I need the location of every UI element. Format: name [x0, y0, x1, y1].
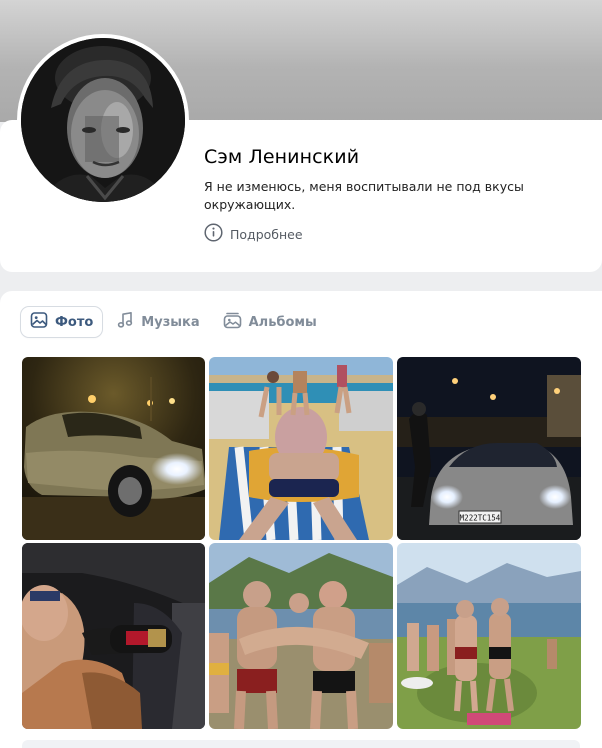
tab-music-label: Музыка — [141, 314, 200, 330]
avatar-photo — [21, 38, 185, 202]
details-label: Подробнее — [230, 227, 303, 242]
license-plate: М222ТС154 — [460, 514, 501, 523]
tab-albums-label: Альбомы — [248, 314, 317, 330]
profile-name: Сэм Ленинский — [204, 146, 360, 168]
photo-car-interior-drink[interactable] — [22, 543, 205, 729]
info-circle-icon — [204, 223, 223, 246]
photo-grid: М222ТС154 — [22, 357, 582, 729]
profile-page: Сэм Ленинский Я не изменюсь, меня воспит… — [0, 0, 602, 748]
photo-lake-group[interactable] — [209, 543, 393, 729]
tab-photos[interactable]: Фото — [21, 307, 103, 337]
next-section-edge — [22, 740, 580, 748]
profile-status: Я не изменюсь, меня воспитывали не под в… — [204, 179, 524, 212]
tab-albums[interactable]: Альбомы — [214, 307, 326, 337]
tab-photos-label: Фото — [55, 314, 94, 330]
tab-music[interactable]: Музыка — [107, 307, 208, 337]
photo-night-car[interactable] — [22, 357, 205, 540]
image-icon — [30, 311, 48, 333]
music-note-icon — [116, 311, 134, 333]
photo-night-street-car[interactable]: М222ТС154 — [397, 357, 581, 540]
details-link[interactable]: Подробнее — [204, 223, 303, 246]
albums-icon — [223, 311, 242, 333]
media-tabs: Фото Музыка Альбомы — [21, 307, 331, 337]
photo-lake-shore-group[interactable] — [397, 543, 581, 729]
photo-beach-lounger[interactable] — [209, 357, 393, 540]
profile-avatar[interactable] — [17, 34, 189, 206]
